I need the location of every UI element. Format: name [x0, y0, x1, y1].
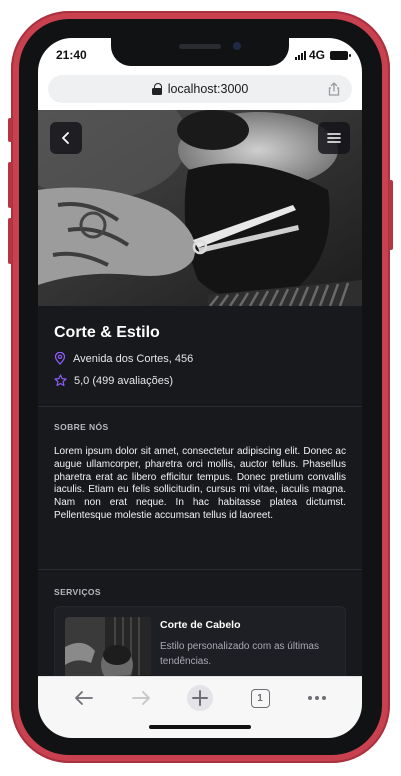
browser-forward-button[interactable] [126, 685, 156, 711]
shop-rating: 5,0 (499 avaliações) [74, 374, 174, 387]
url-bar[interactable]: localhost:3000 [48, 75, 352, 103]
divider [38, 569, 362, 570]
service-image [65, 617, 151, 676]
phone-screen: 21:40 4G localhost:3000 Corte & Estilo A… [38, 38, 362, 738]
back-button[interactable] [50, 122, 82, 154]
shop-name: Corte & Estilo [54, 324, 160, 341]
service-card[interactable]: Corte de Cabelo Estilo personalizado com… [54, 606, 346, 676]
new-tab-button[interactable] [185, 685, 215, 711]
shop-rating-row: 5,0 (499 avaliações) [54, 374, 173, 387]
side-button-volume-up [8, 162, 12, 208]
url-text: localhost:3000 [167, 82, 249, 96]
barbershop-details: Corte & Estilo Avenida dos Cortes, 456 5… [38, 306, 362, 676]
plus-icon [187, 685, 213, 711]
side-button-volume-down [8, 218, 12, 264]
haircut-photo [65, 617, 151, 676]
browser-url-area: localhost:3000 [38, 72, 362, 110]
battery-icon [330, 50, 351, 60]
service-description: Estilo personalizado com as últimas tend… [160, 641, 319, 667]
arrow-right-icon [132, 691, 150, 705]
home-indicator[interactable] [149, 725, 251, 729]
notch [111, 38, 289, 66]
more-dots-icon [308, 696, 326, 700]
menu-button[interactable] [318, 122, 350, 154]
browser-back-button[interactable] [69, 685, 99, 711]
arrow-left-icon [75, 691, 93, 705]
services-section-label: SERVIÇOS [54, 587, 101, 597]
shop-address: Avenida dos Cortes, 456 [73, 352, 194, 365]
tabs-count-icon: 1 [250, 688, 270, 708]
divider [38, 406, 362, 407]
chevron-left-icon [62, 132, 69, 144]
map-pin-icon [54, 352, 66, 365]
status-bar: 21:40 4G [38, 38, 362, 72]
signal-icon [294, 50, 306, 60]
barbershop-banner-image [38, 110, 362, 306]
shop-address-row: Avenida dos Cortes, 456 [54, 352, 193, 365]
about-section-label: SOBRE NÓS [54, 422, 109, 432]
status-time: 21:40 [56, 48, 87, 62]
lock-icon [151, 83, 162, 95]
barber-photo [38, 110, 362, 306]
notch-speaker [179, 44, 221, 49]
front-camera [233, 42, 241, 50]
star-icon [54, 374, 67, 387]
side-button-power [389, 180, 393, 250]
network-label: 4G [308, 48, 325, 62]
tab-count: 1 [257, 692, 263, 704]
browser-toolbar: 1 [38, 676, 362, 738]
side-button-silent [8, 118, 12, 142]
status-indicators: 4G [294, 48, 351, 62]
hamburger-icon [327, 133, 341, 143]
share-icon[interactable] [328, 82, 340, 96]
more-options-button[interactable] [302, 685, 332, 711]
service-name: Corte de Cabelo [160, 619, 241, 631]
about-text: Lorem ipsum dolor sit amet, consectetur … [54, 446, 346, 521]
tabs-button[interactable]: 1 [245, 685, 275, 711]
